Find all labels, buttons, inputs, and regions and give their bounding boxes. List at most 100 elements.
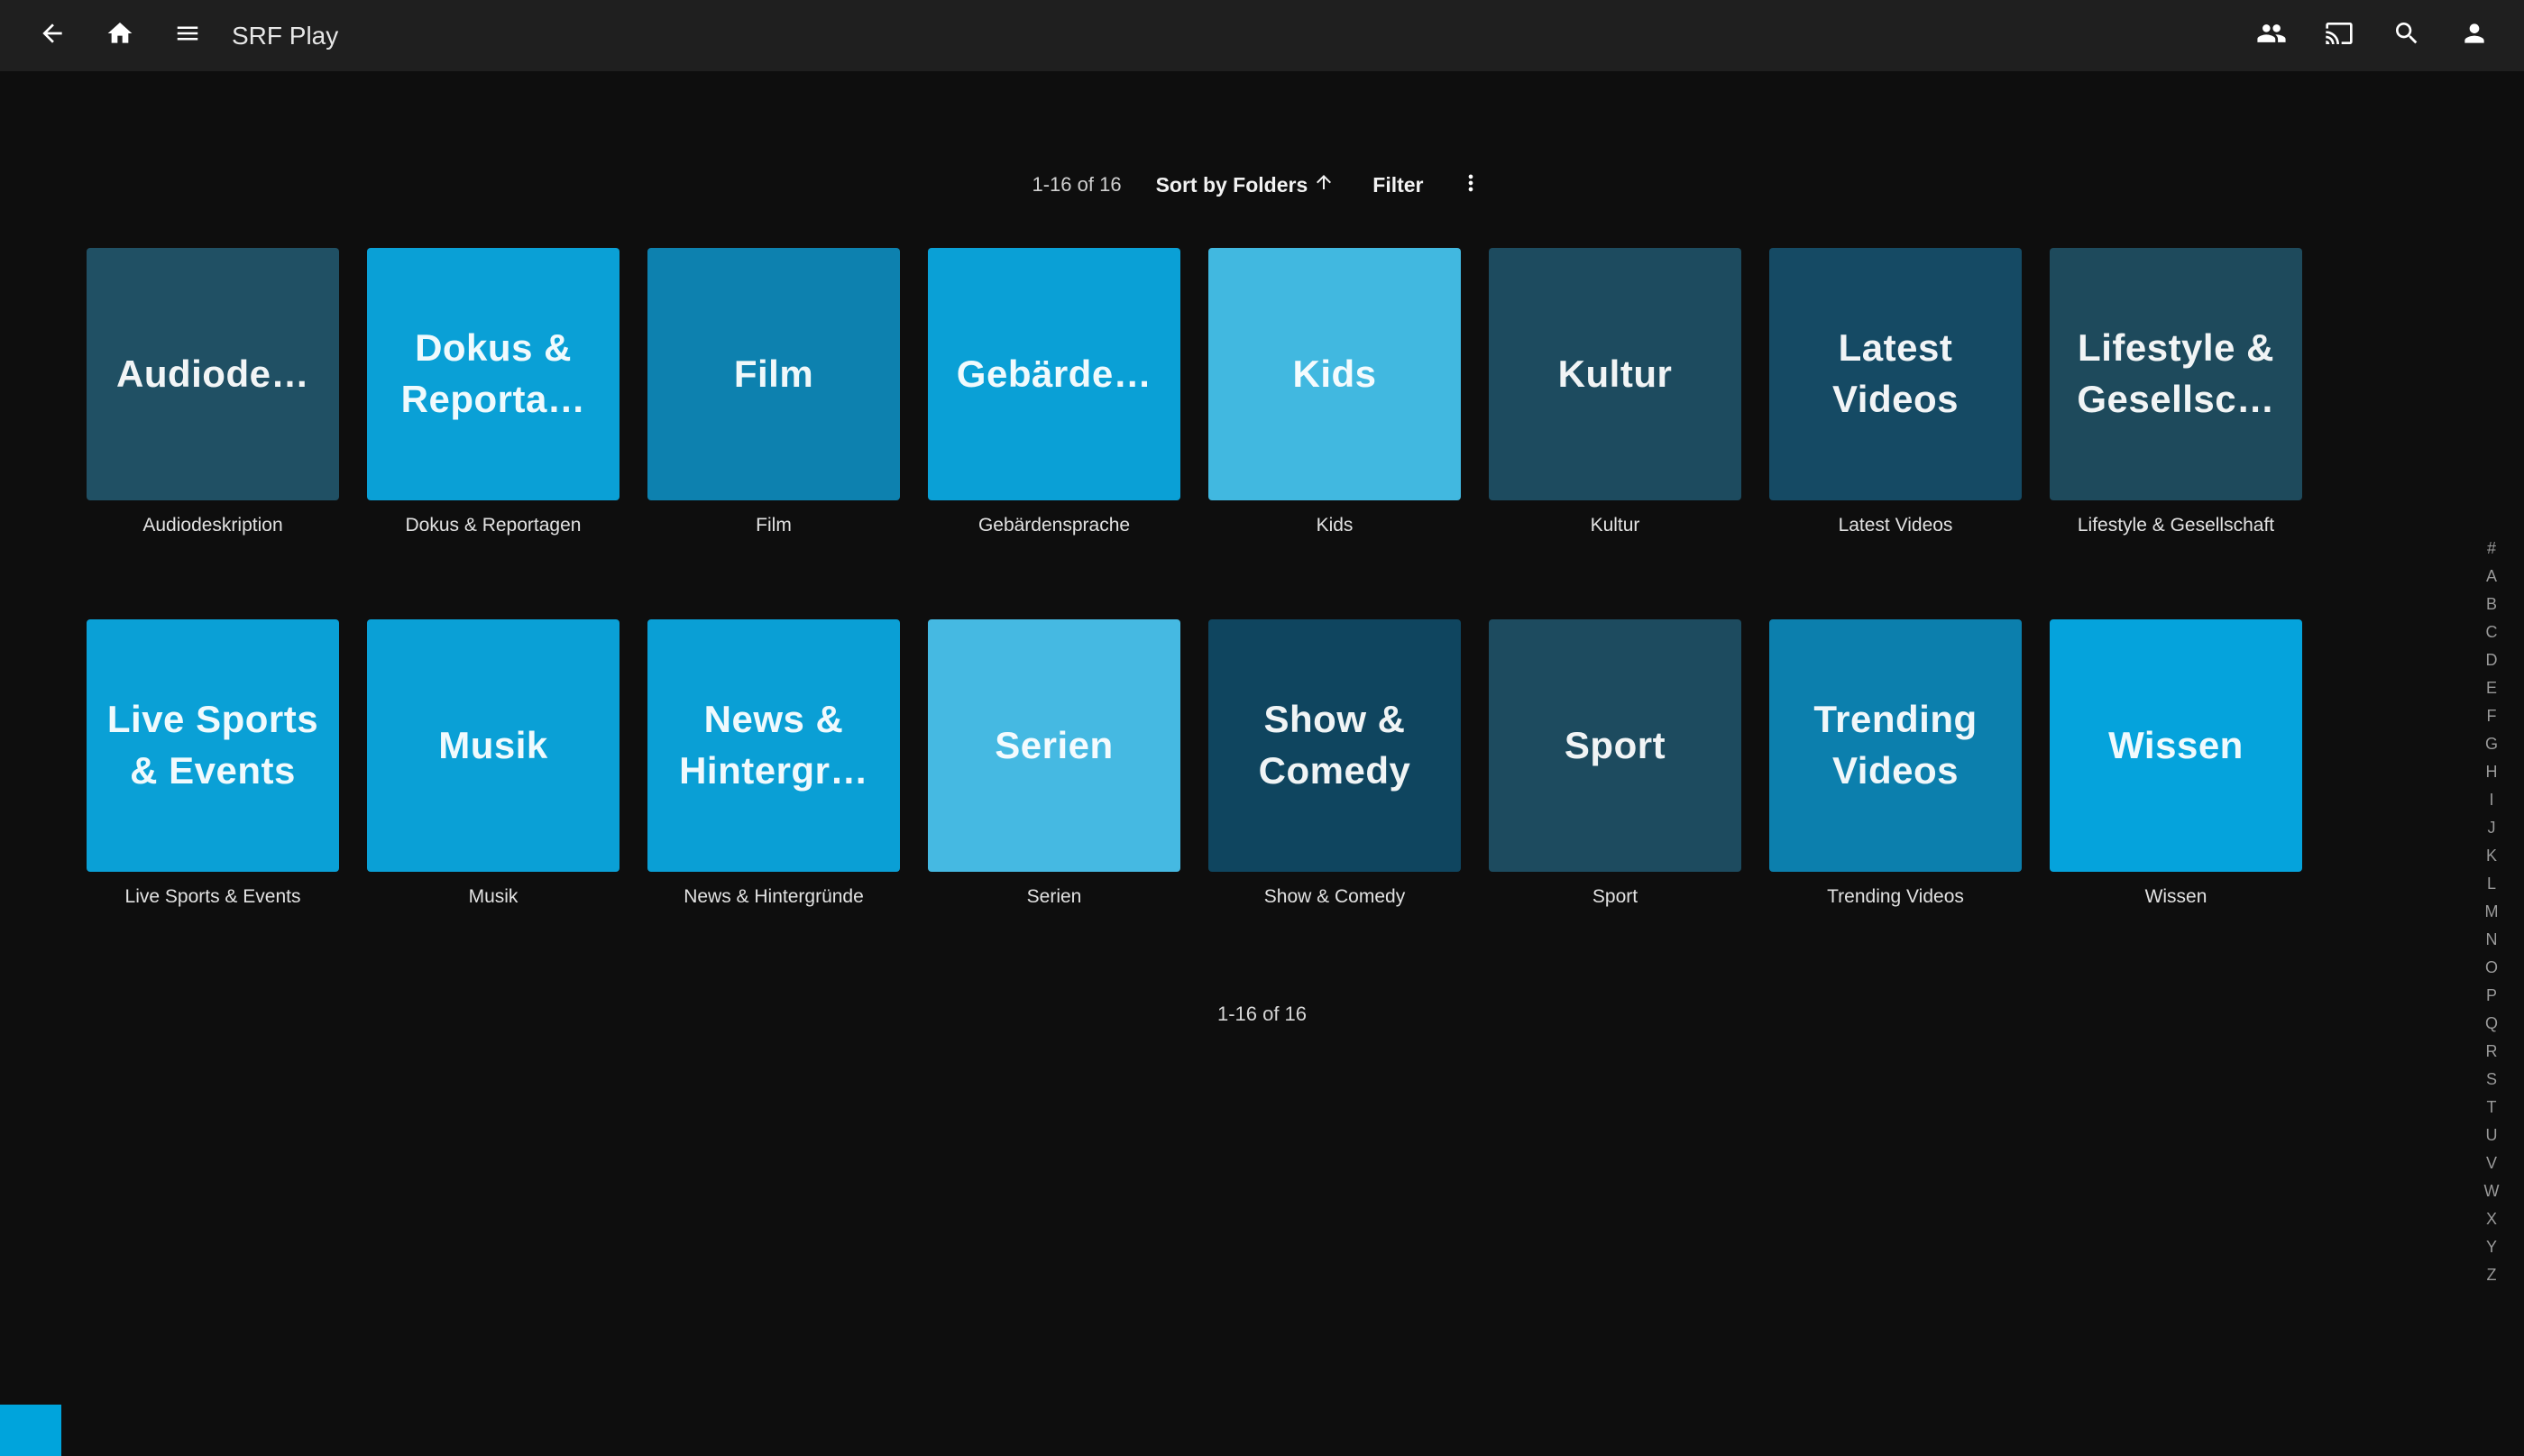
alphabet-letter[interactable]: Z bbox=[2475, 1261, 2508, 1289]
library-item-tile[interactable]: Audiode… bbox=[87, 248, 339, 500]
library-item-tile[interactable]: News & Hintergr… bbox=[647, 619, 900, 872]
alphabet-letter[interactable]: H bbox=[2475, 758, 2508, 786]
library-item[interactable]: Show & Comedy Show & Comedy bbox=[1208, 619, 1461, 908]
library-item-tile[interactable]: Musik bbox=[367, 619, 620, 872]
alphabet-letter[interactable]: O bbox=[2475, 954, 2508, 982]
library-item-caption: News & Hintergründe bbox=[647, 886, 900, 908]
library-item[interactable]: Film Film bbox=[647, 248, 900, 536]
alphabet-letter[interactable]: W bbox=[2475, 1177, 2508, 1205]
people-icon bbox=[2256, 18, 2287, 53]
library-item-tile[interactable]: Trending Videos bbox=[1769, 619, 2022, 872]
library-item-tile[interactable]: Serien bbox=[928, 619, 1180, 872]
library-item-tile[interactable]: Lifestyle & Gesellsc… bbox=[2050, 248, 2302, 500]
library-item[interactable]: Kids Kids bbox=[1208, 248, 1461, 536]
library-item-tile[interactable]: Film bbox=[647, 248, 900, 500]
library-item-caption: Show & Comedy bbox=[1208, 886, 1461, 908]
alphabet-letter[interactable]: I bbox=[2475, 786, 2508, 814]
alphabet-letter[interactable]: S bbox=[2475, 1066, 2508, 1094]
library-item-label: Wissen bbox=[2108, 720, 2244, 772]
alphabet-letter[interactable]: M bbox=[2475, 898, 2508, 926]
library-item-tile[interactable]: Gebärde… bbox=[928, 248, 1180, 500]
library-grid: Audiode… Audiodeskription Dokus & Report… bbox=[0, 248, 2524, 908]
alphabet-letter[interactable]: F bbox=[2475, 702, 2508, 730]
back-button[interactable] bbox=[18, 2, 86, 69]
sort-button-label: Sort by Folders bbox=[1156, 173, 1308, 197]
menu-button[interactable] bbox=[153, 2, 221, 69]
library-item-label: Lifestyle & Gesellsc… bbox=[2061, 323, 2291, 425]
library-item[interactable]: Lifestyle & Gesellsc… Lifestyle & Gesell… bbox=[2050, 248, 2302, 536]
library-item-label: Serien bbox=[995, 720, 1113, 772]
filter-button-label: Filter bbox=[1372, 173, 1423, 197]
alphabet-letter[interactable]: X bbox=[2475, 1205, 2508, 1233]
library-item-tile[interactable]: Kids bbox=[1208, 248, 1461, 500]
library-item-tile[interactable]: Show & Comedy bbox=[1208, 619, 1461, 872]
alphabet-letter[interactable]: N bbox=[2475, 926, 2508, 954]
alphabet-letter[interactable]: G bbox=[2475, 730, 2508, 758]
alphabet-letter[interactable]: P bbox=[2475, 982, 2508, 1010]
alphabet-letter[interactable]: V bbox=[2475, 1149, 2508, 1177]
library-item-caption: Serien bbox=[928, 886, 1180, 908]
alphabet-letter[interactable]: L bbox=[2475, 870, 2508, 898]
library-item-tile[interactable]: Dokus & Reporta… bbox=[367, 248, 620, 500]
library-item-caption: Live Sports & Events bbox=[87, 886, 339, 908]
library-item-label: News & Hintergr… bbox=[658, 694, 889, 796]
library-item-label: Live Sports & Events bbox=[97, 694, 328, 796]
filter-button[interactable]: Filter bbox=[1360, 168, 1436, 203]
library-item-caption: Sport bbox=[1489, 886, 1741, 908]
library-item-label: Show & Comedy bbox=[1219, 694, 1450, 796]
library-item-tile[interactable]: Wissen bbox=[2050, 619, 2302, 872]
library-item[interactable]: Trending Videos Trending Videos bbox=[1769, 619, 2022, 908]
alphabet-letter[interactable]: E bbox=[2475, 674, 2508, 702]
alphabet-letter[interactable]: Q bbox=[2475, 1010, 2508, 1038]
more-options-button[interactable] bbox=[1449, 163, 1492, 206]
alphabet-letter[interactable]: A bbox=[2475, 563, 2508, 591]
alphabet-letter[interactable]: B bbox=[2475, 591, 2508, 618]
alphabet-letter[interactable]: U bbox=[2475, 1122, 2508, 1149]
library-item[interactable]: Gebärde… Gebärdensprache bbox=[928, 248, 1180, 536]
library-item[interactable]: Audiode… Audiodeskription bbox=[87, 248, 339, 536]
item-count-top: 1-16 of 16 bbox=[1032, 173, 1121, 197]
library-item-label: Audiode… bbox=[116, 349, 309, 400]
page-title: SRF Play bbox=[232, 22, 338, 50]
library-item-caption: Kultur bbox=[1489, 515, 1741, 536]
cast-button[interactable] bbox=[2305, 2, 2373, 69]
alphabet-letter[interactable]: K bbox=[2475, 842, 2508, 870]
library-item[interactable]: Wissen Wissen bbox=[2050, 619, 2302, 908]
library-item-tile[interactable]: Kultur bbox=[1489, 248, 1741, 500]
library-item-label: Musik bbox=[438, 720, 548, 772]
home-button[interactable] bbox=[86, 2, 153, 69]
library-item-tile[interactable]: Sport bbox=[1489, 619, 1741, 872]
sort-ascending-icon bbox=[1308, 171, 1335, 198]
library-item[interactable]: Sport Sport bbox=[1489, 619, 1741, 908]
alphabet-letter[interactable]: T bbox=[2475, 1094, 2508, 1122]
library-item[interactable]: Dokus & Reporta… Dokus & Reportagen bbox=[367, 248, 620, 536]
alphabet-letter[interactable]: # bbox=[2475, 535, 2508, 563]
user-button[interactable] bbox=[2440, 2, 2508, 69]
library-item[interactable]: News & Hintergr… News & Hintergründe bbox=[647, 619, 900, 908]
sort-button[interactable]: Sort by Folders bbox=[1143, 166, 1348, 204]
library-item-tile[interactable]: Latest Videos bbox=[1769, 248, 2022, 500]
more-vertical-icon bbox=[1458, 170, 1483, 200]
search-button[interactable] bbox=[2373, 2, 2440, 69]
alphabet-letter[interactable]: C bbox=[2475, 618, 2508, 646]
back-icon bbox=[38, 19, 67, 52]
library-item[interactable]: Musik Musik bbox=[367, 619, 620, 908]
library-item-label: Film bbox=[734, 349, 813, 400]
alphabet-letter[interactable]: D bbox=[2475, 646, 2508, 674]
search-icon bbox=[2392, 19, 2421, 52]
library-item-label: Kids bbox=[1292, 349, 1376, 400]
library-item-caption: Trending Videos bbox=[1769, 886, 2022, 908]
library-item-label: Gebärde… bbox=[957, 349, 1152, 400]
library-item-tile[interactable]: Live Sports & Events bbox=[87, 619, 339, 872]
menu-icon bbox=[174, 20, 201, 51]
library-item-label: Trending Videos bbox=[1780, 694, 2011, 796]
alphabet-letter[interactable]: Y bbox=[2475, 1233, 2508, 1261]
alphabet-letter[interactable]: R bbox=[2475, 1038, 2508, 1066]
alphabet-letter[interactable]: J bbox=[2475, 814, 2508, 842]
library-item[interactable]: Kultur Kultur bbox=[1489, 248, 1741, 536]
library-item[interactable]: Live Sports & Events Live Sports & Event… bbox=[87, 619, 339, 908]
cast-icon bbox=[2325, 19, 2354, 52]
library-item[interactable]: Serien Serien bbox=[928, 619, 1180, 908]
library-item[interactable]: Latest Videos Latest Videos bbox=[1769, 248, 2022, 536]
syncplay-button[interactable] bbox=[2237, 2, 2305, 69]
